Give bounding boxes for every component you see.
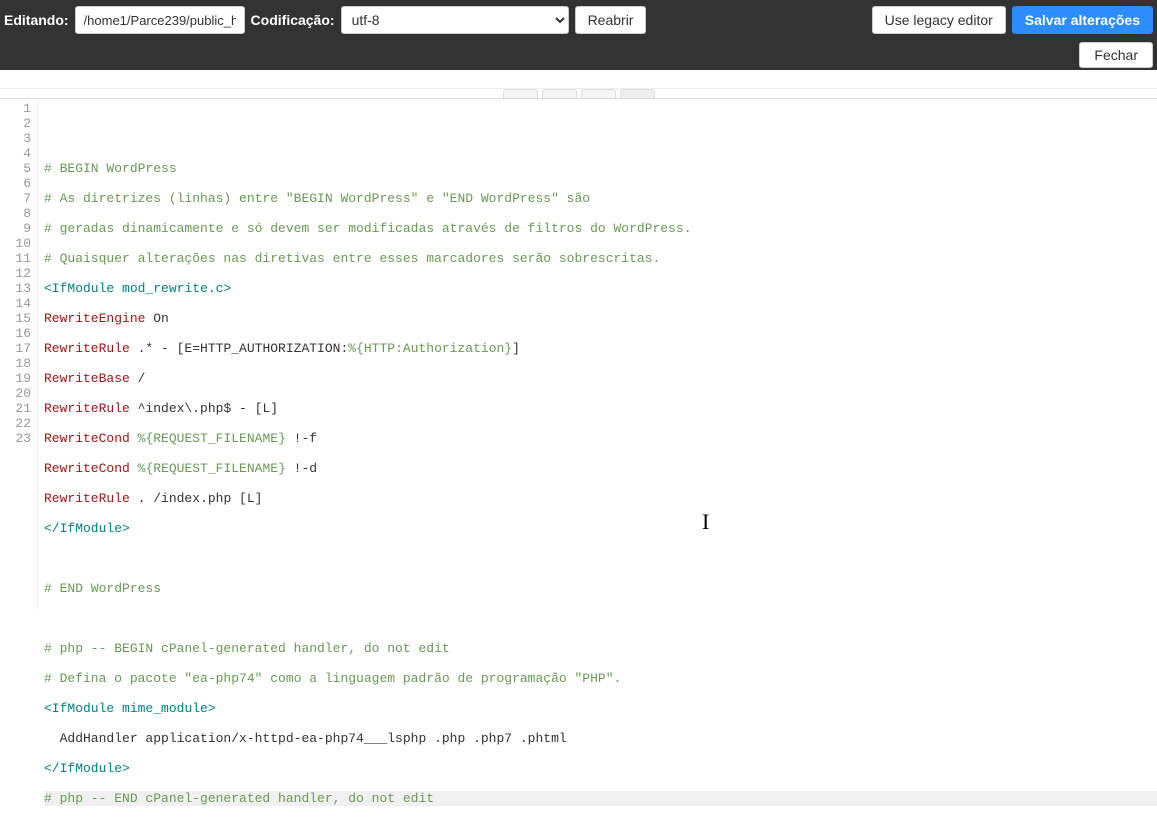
code-line [44,551,1157,566]
code-line: # BEGIN WordPress [44,161,1157,176]
code-line [44,611,1157,626]
code-line: # php -- END cPanel-generated handler, d… [44,791,1157,806]
code-line: <IfModule mime_module> [44,701,1157,716]
code-editor[interactable]: 1234567891011121314151617181920212223 # … [0,98,1157,610]
tab-item[interactable] [503,89,538,98]
code-line: # Defina o pacote "ea-php74" como a ling… [44,671,1157,686]
tab-item[interactable] [542,89,577,98]
code-line: <IfModule mod_rewrite.c> [44,281,1157,296]
code-line: # Quaisquer alterações nas diretivas ent… [44,251,1157,266]
code-line: RewriteEngine On [44,311,1157,326]
editing-label: Editando: [4,12,69,28]
code-line: RewriteCond %{REQUEST_FILENAME} !-d [44,461,1157,476]
code-line: # As diretrizes (linhas) entre "BEGIN Wo… [44,191,1157,206]
gap-bar [0,70,1157,88]
code-line: AddHandler application/x-httpd-ea-php74_… [44,731,1157,746]
line-number-gutter: 1234567891011121314151617181920212223 [0,99,38,610]
code-line: RewriteRule .* - [E=HTTP_AUTHORIZATION:%… [44,341,1157,356]
tab-item-active[interactable]: ↔ [620,89,655,98]
legacy-editor-button[interactable]: Use legacy editor [872,6,1006,34]
horizontal-arrow-icon: ↔ [632,96,642,99]
code-line: RewriteCond %{REQUEST_FILENAME} !-f [44,431,1157,446]
code-line: </IfModule> [44,521,1157,536]
editor-toolbar: Editando: Codificação: utf-8 Reabrir Use… [0,0,1157,40]
code-line: RewriteRule . /index.php [L] [44,491,1157,506]
code-line: RewriteRule ^index\.php$ - [L] [44,401,1157,416]
secondary-toolbar: Fechar [0,40,1157,70]
file-path-input[interactable] [75,6,245,34]
reopen-button[interactable]: Reabrir [575,6,647,34]
code-line: RewriteBase / [44,371,1157,386]
code-line [44,131,1157,146]
code-line: # geradas dinamicamente e só devem ser m… [44,221,1157,236]
code-content-area[interactable]: # BEGIN WordPress # As diretrizes (linha… [38,99,1157,610]
encoding-select[interactable]: utf-8 [341,6,569,34]
tab-item[interactable] [581,89,616,98]
code-line: # END WordPress [44,581,1157,596]
encoding-label: Codificação: [251,12,335,28]
tab-bar: ↔ [0,88,1157,98]
close-button[interactable]: Fechar [1079,42,1153,68]
code-line: </IfModule> [44,761,1157,776]
save-changes-button[interactable]: Salvar alterações [1012,6,1153,34]
code-line: # php -- BEGIN cPanel-generated handler,… [44,641,1157,656]
